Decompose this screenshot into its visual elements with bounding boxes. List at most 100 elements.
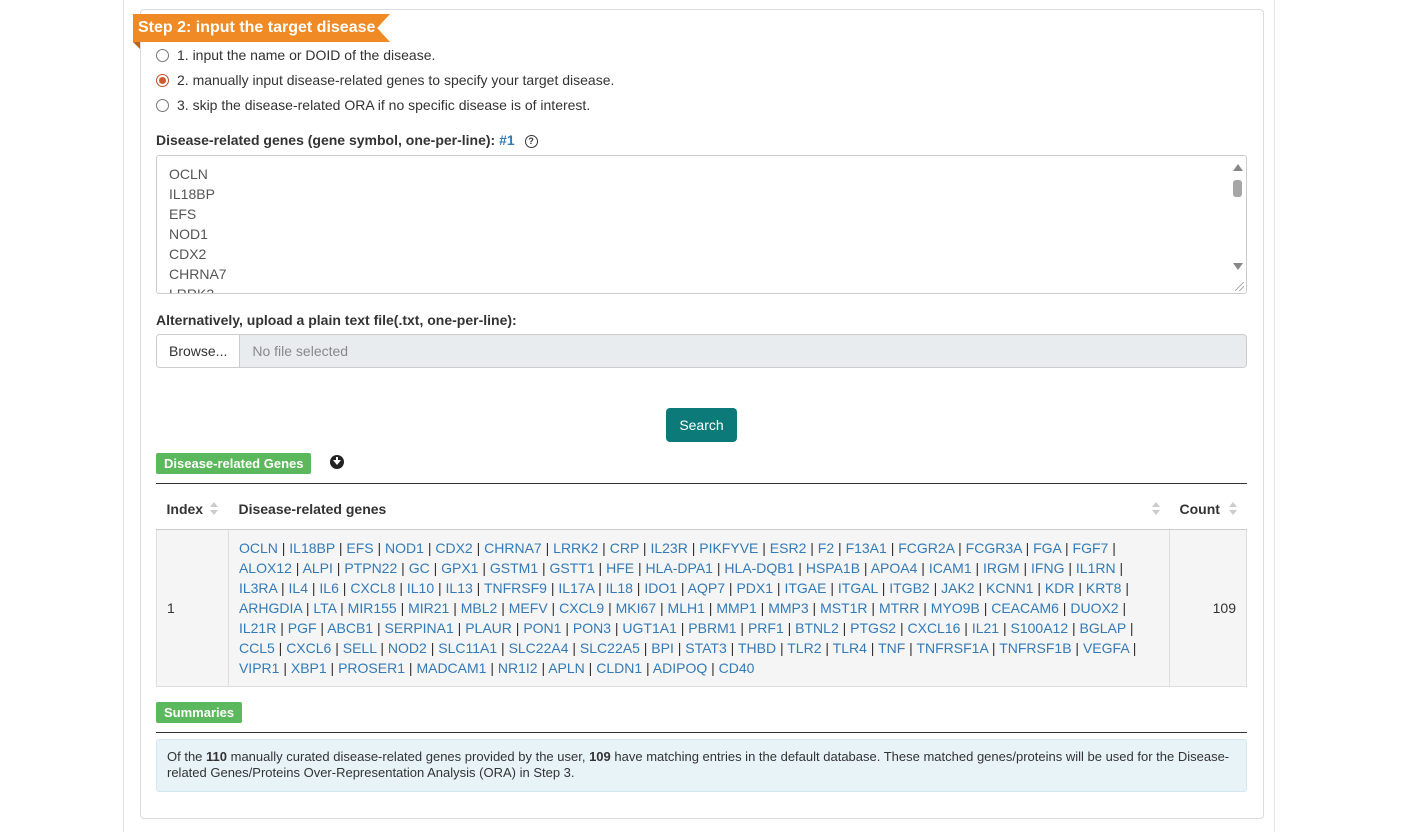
scroll-down-icon[interactable] — [1233, 263, 1243, 270]
gene-link[interactable]: CXCL8 — [350, 580, 395, 596]
gene-link[interactable]: CCL5 — [239, 640, 275, 656]
gene-link[interactable]: IL21R — [239, 620, 276, 636]
gene-link[interactable]: SLC22A4 — [509, 640, 569, 656]
gene-link[interactable]: FCGR3A — [966, 540, 1022, 556]
option-disease-name[interactable]: 1. input the name or DOID of the disease… — [156, 46, 435, 64]
gene-link[interactable]: STAT3 — [685, 640, 727, 656]
question-circle-icon[interactable]: ? — [524, 135, 538, 148]
gene-link[interactable]: MTRR — [879, 600, 919, 616]
option-skip[interactable]: 3. skip the disease-related ORA if no sp… — [156, 96, 590, 114]
gene-link[interactable]: JAK2 — [941, 580, 974, 596]
gene-link[interactable]: IL21 — [972, 620, 999, 636]
gene-link[interactable]: IL3RA — [239, 580, 277, 596]
gene-link[interactable]: S100A12 — [1011, 620, 1069, 636]
gene-link[interactable]: VIPR1 — [239, 660, 279, 676]
gene-link[interactable]: MST1R — [820, 600, 867, 616]
gene-link[interactable]: HSPA1B — [806, 560, 860, 576]
textarea-scrollbar[interactable] — [1230, 160, 1244, 272]
col-header-index[interactable]: Index — [156, 489, 229, 530]
gene-link[interactable]: MMP1 — [716, 600, 756, 616]
gene-link[interactable]: TLR2 — [787, 640, 821, 656]
gene-link[interactable]: IL18 — [606, 580, 633, 596]
gene-link[interactable]: SLC22A5 — [580, 640, 640, 656]
gene-link[interactable]: IL23R — [650, 540, 687, 556]
gene-link[interactable]: CLDN1 — [596, 660, 642, 676]
gene-link[interactable]: LTA — [313, 600, 336, 616]
gene-link[interactable]: MBL2 — [461, 600, 498, 616]
sort-icon[interactable] — [1151, 502, 1160, 516]
gene-link[interactable]: PDX1 — [736, 580, 773, 596]
radio-button[interactable] — [156, 48, 169, 62]
gene-link[interactable]: TNFRSF9 — [484, 580, 547, 596]
gene-link[interactable]: CXCL16 — [908, 620, 961, 636]
gene-link[interactable]: NR1I2 — [498, 660, 538, 676]
search-button[interactable]: Search — [666, 408, 737, 442]
gene-link[interactable]: ICAM1 — [929, 560, 972, 576]
gene-link[interactable]: CD40 — [719, 660, 755, 676]
gene-link[interactable]: CXCL9 — [559, 600, 604, 616]
gene-link[interactable]: PIKFYVE — [699, 540, 758, 556]
gene-link[interactable]: IDO1 — [644, 580, 677, 596]
radio-button-checked[interactable] — [156, 73, 169, 87]
gene-link[interactable]: XBP1 — [291, 660, 327, 676]
genes-textarea[interactable]: OCLN IL18BP EFS NOD1 CDX2 CHRNA7 LRRK2 — [156, 155, 1247, 294]
gene-link[interactable]: F13A1 — [846, 540, 887, 556]
gene-link[interactable]: GPX1 — [441, 560, 478, 576]
gene-link[interactable]: FCGR2A — [898, 540, 954, 556]
gene-link[interactable]: MEFV — [509, 600, 548, 616]
gene-link[interactable]: F2 — [818, 540, 834, 556]
gene-link[interactable]: HLA-DPA1 — [646, 560, 713, 576]
gene-link[interactable]: MIR21 — [408, 600, 449, 616]
gene-link[interactable]: NOD2 — [388, 640, 427, 656]
gene-link[interactable]: PBRM1 — [688, 620, 736, 636]
gene-link[interactable]: GSTT1 — [550, 560, 595, 576]
gene-link[interactable]: KRT8 — [1086, 580, 1122, 596]
gene-link[interactable]: IL18BP — [289, 540, 335, 556]
gene-link[interactable]: IL10 — [407, 580, 434, 596]
gene-link[interactable]: PTGS2 — [850, 620, 896, 636]
gene-link[interactable]: IL1RN — [1076, 560, 1116, 576]
gene-link[interactable]: IL6 — [319, 580, 338, 596]
gene-link[interactable]: GC — [409, 560, 430, 576]
gene-link[interactable]: FGF7 — [1073, 540, 1109, 556]
gene-link[interactable]: ARHGDIA — [239, 600, 302, 616]
gene-link[interactable]: IL13 — [446, 580, 473, 596]
col-header-genes[interactable]: Disease-related genes — [228, 489, 1170, 530]
gene-link[interactable]: IL4 — [289, 580, 308, 596]
option-manual-genes[interactable]: 2. manually input disease-related genes … — [156, 71, 614, 89]
gene-link[interactable]: SELL — [343, 640, 377, 656]
gene-link[interactable]: MADCAM1 — [416, 660, 486, 676]
gene-link[interactable]: SLC11A1 — [438, 640, 497, 656]
gene-link[interactable]: ABCB1 — [327, 620, 373, 636]
gene-link[interactable]: MMP3 — [768, 600, 808, 616]
gene-link[interactable]: APLN — [548, 660, 585, 676]
gene-link[interactable]: BTNL2 — [795, 620, 839, 636]
gene-link[interactable]: BPI — [651, 640, 674, 656]
gene-link[interactable]: EFS — [346, 540, 373, 556]
sort-icon[interactable] — [210, 502, 219, 516]
gene-link[interactable]: CHRNA7 — [484, 540, 542, 556]
gene-link[interactable]: ADIPOQ — [653, 660, 707, 676]
gene-link[interactable]: TNFRSF1B — [999, 640, 1071, 656]
gene-link[interactable]: APOA4 — [871, 560, 918, 576]
scroll-thumb[interactable] — [1233, 180, 1242, 197]
gene-link[interactable]: KDR — [1045, 580, 1075, 596]
gene-link[interactable]: MKI67 — [616, 600, 656, 616]
gene-link[interactable]: CRP — [610, 540, 639, 556]
gene-link[interactable]: PLAUR — [465, 620, 512, 636]
gene-link[interactable]: AQP7 — [688, 580, 725, 596]
gene-link[interactable]: CXCL6 — [286, 640, 331, 656]
gene-link[interactable]: TLR4 — [833, 640, 867, 656]
gene-link[interactable]: PRF1 — [748, 620, 784, 636]
gene-link[interactable]: UGT1A1 — [622, 620, 676, 636]
gene-link[interactable]: KCNN1 — [986, 580, 1033, 596]
gene-link[interactable]: CDX2 — [435, 540, 472, 556]
gene-link[interactable]: PON3 — [573, 620, 611, 636]
browse-button[interactable]: Browse... — [157, 335, 241, 367]
radio-button[interactable] — [156, 98, 169, 112]
gene-link[interactable]: IRGM — [983, 560, 1020, 576]
example-link[interactable]: #1 — [499, 132, 515, 148]
gene-link[interactable]: IFNG — [1031, 560, 1064, 576]
gene-link[interactable]: PROSER1 — [338, 660, 405, 676]
gene-link[interactable]: TNFRSF1A — [916, 640, 988, 656]
